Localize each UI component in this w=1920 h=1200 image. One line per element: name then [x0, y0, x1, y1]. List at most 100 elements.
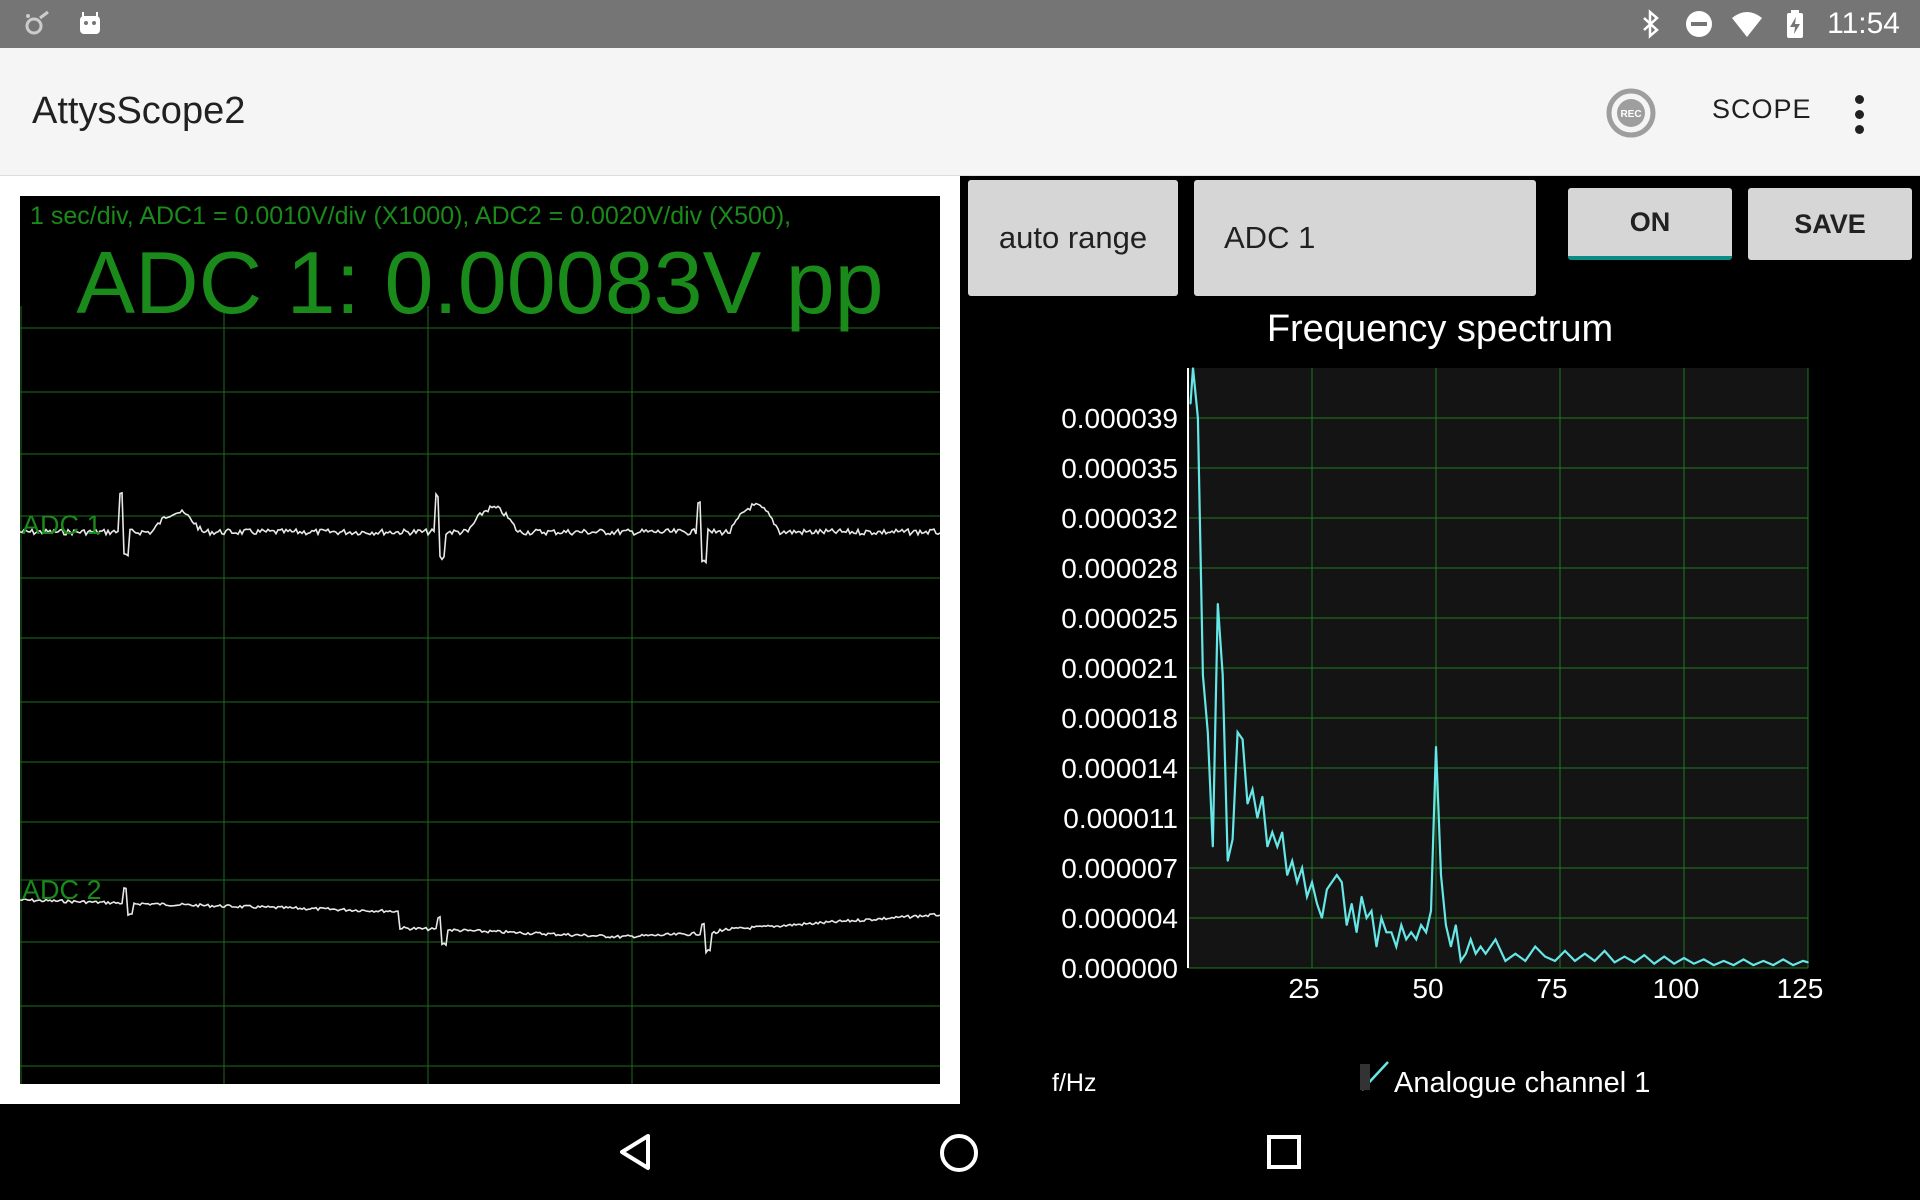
data-point	[1192, 367, 1194, 369]
wifi-icon	[1732, 12, 1763, 37]
data-point	[1365, 917, 1368, 919]
y-tick-label: 0.000000	[1061, 953, 1178, 984]
data-point	[1772, 964, 1775, 966]
clock: 11:54	[1827, 7, 1900, 40]
data-point	[1385, 931, 1388, 934]
settings-icon	[25, 10, 49, 35]
data-point	[1782, 958, 1784, 961]
data-point	[1321, 917, 1323, 919]
data-point	[1807, 961, 1809, 964]
y-tick-label: 0.000021	[1061, 653, 1178, 684]
data-point	[1752, 964, 1755, 966]
battery-charging-icon	[1787, 10, 1804, 38]
data-point	[1326, 888, 1328, 891]
data-point	[1261, 795, 1264, 798]
record-button[interactable]: REC	[1606, 88, 1656, 138]
rec-label: REC	[1620, 109, 1641, 120]
data-point	[1613, 961, 1616, 964]
legend-label: Analogue channel 1	[1394, 1067, 1650, 1099]
data-point	[1524, 960, 1527, 962]
recents-icon[interactable]	[1266, 1134, 1302, 1170]
data-point	[1415, 938, 1417, 941]
data-point	[1554, 960, 1556, 962]
spectrum-chart: Frequency spectrum 0.0000000.0000040.000…	[1052, 308, 1823, 1099]
data-point	[1276, 845, 1279, 848]
data-point	[1375, 945, 1378, 948]
data-point	[1236, 731, 1239, 734]
data-point	[1713, 964, 1715, 966]
data-point	[1504, 960, 1507, 962]
y-tick-label: 0.000014	[1061, 753, 1178, 784]
data-point	[1231, 838, 1234, 841]
data-point	[1350, 902, 1353, 905]
x-tick-label: 100	[1653, 973, 1700, 1004]
x-tick-label: 75	[1536, 973, 1567, 1004]
scope-scale-info: 1 sec/div, ADC1 = 0.0010V/div (X1000), A…	[30, 202, 792, 230]
data-point	[1311, 881, 1313, 884]
navigation-bar	[0, 1104, 1920, 1200]
x-axis-label: f/Hz	[1052, 1069, 1096, 1097]
data-point	[1355, 931, 1358, 934]
home-icon[interactable]	[938, 1132, 980, 1174]
adc1-trace	[20, 491, 940, 565]
data-point	[1469, 938, 1472, 941]
y-tick-label: 0.000004	[1061, 903, 1178, 934]
data-point	[1574, 960, 1576, 962]
data-point	[1197, 417, 1199, 419]
data-point	[1400, 924, 1403, 926]
back-icon[interactable]	[616, 1132, 656, 1172]
data-point	[1420, 924, 1422, 926]
data-point	[1246, 802, 1249, 805]
y-tick-label: 0.000035	[1061, 453, 1178, 484]
scope-screen: ADC 1 ADC 2 1 sec/div, ADC1 = 0.0010V/di…	[20, 196, 940, 1084]
y-tick-label: 0.000032	[1061, 503, 1178, 534]
adc1-label: ADC 1	[22, 510, 102, 540]
data-point	[1202, 674, 1204, 676]
data-point	[1410, 931, 1412, 934]
data-point	[1360, 895, 1363, 898]
x-tick-label: 25	[1288, 973, 1319, 1004]
scope-grid	[20, 306, 940, 1084]
y-tick-labels: 0.000000 0.000004 0.000007 0.000011 0.000014…	[1061, 403, 1178, 984]
data-point	[1395, 945, 1398, 948]
scope-button[interactable]: SCOPE	[1712, 94, 1812, 125]
data-point	[1251, 788, 1254, 791]
data-point	[1341, 881, 1343, 884]
data-point	[1494, 938, 1497, 941]
bluetooth-icon	[1643, 9, 1660, 39]
data-point	[1286, 874, 1288, 876]
android-icon	[80, 12, 100, 34]
x-tick-labels: 25 50 75 100 125	[1288, 973, 1823, 1004]
data-point	[1633, 961, 1636, 964]
data-point	[1440, 874, 1442, 876]
data-point	[1390, 931, 1393, 934]
scope-peak-reading: ADC 1: 0.00083V pp	[76, 233, 884, 332]
data-point	[1296, 881, 1298, 884]
scope-panel: ADC 1 ADC 2 1 sec/div, ADC1 = 0.0010V/di…	[0, 176, 960, 1104]
y-tick-label: 0.000018	[1061, 703, 1178, 734]
y-tick-label: 0.000025	[1061, 603, 1178, 634]
data-point	[1370, 910, 1373, 912]
data-point	[1212, 845, 1214, 848]
data-point	[1445, 924, 1447, 926]
data-point	[1380, 917, 1383, 919]
spectrum-panel: auto range ADC 1 ON SAVE Frequency spect…	[960, 176, 1920, 1104]
data-point	[1534, 945, 1536, 948]
adc2-label: ADC 2	[22, 875, 102, 905]
data-point	[1291, 860, 1293, 862]
data-point	[1544, 955, 1546, 958]
overflow-menu-icon[interactable]	[1848, 92, 1870, 136]
data-point	[1465, 952, 1467, 955]
data-point	[1593, 960, 1596, 962]
data-point	[1316, 902, 1318, 905]
adc2-trace	[20, 887, 940, 955]
y-tick-label: 0.000028	[1061, 553, 1178, 584]
data-point	[1271, 831, 1274, 834]
data-point	[1435, 745, 1437, 748]
data-point	[1331, 881, 1333, 884]
x-tick-label: 125	[1777, 973, 1824, 1004]
data-point	[1802, 960, 1804, 962]
data-point	[1345, 924, 1348, 926]
app-bar: AttysScope2 REC SCOPE	[0, 48, 1920, 176]
data-point	[1584, 952, 1586, 955]
